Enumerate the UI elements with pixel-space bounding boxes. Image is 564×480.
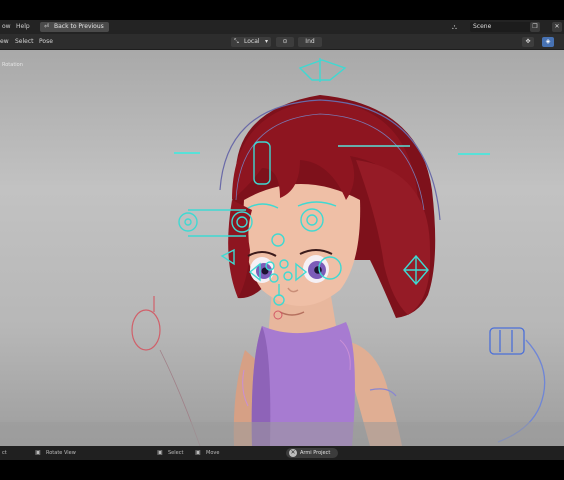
back-arrow-icon: ⏎ bbox=[44, 23, 50, 30]
chevron-down-icon: ▾ bbox=[264, 38, 268, 45]
close-icon[interactable]: ✕ bbox=[289, 449, 297, 457]
menu-select[interactable]: Select bbox=[15, 38, 34, 45]
face bbox=[243, 184, 361, 306]
left-wrist-control bbox=[131, 309, 161, 351]
menu-pose[interactable]: Pose bbox=[39, 38, 53, 45]
overlay-toggle-icon[interactable]: ◈ bbox=[542, 37, 554, 47]
mouse-middle-icon: ▣ bbox=[35, 449, 41, 456]
orientation-label: Local bbox=[244, 38, 260, 45]
menu-view[interactable]: ew bbox=[0, 38, 9, 45]
pivot-individual-button[interactable]: Ind bbox=[298, 37, 322, 47]
copy-scene-icon[interactable]: ❐ bbox=[530, 22, 540, 32]
mouse-left-icon: ▣ bbox=[195, 449, 201, 456]
left-eye-target-outer bbox=[178, 212, 198, 232]
ground-shadow bbox=[0, 422, 564, 446]
pivot-icon: ⊙ bbox=[282, 38, 288, 45]
status-select-partial: ct bbox=[2, 450, 7, 456]
3d-viewport[interactable]: Rotation bbox=[0, 50, 564, 446]
menu-bar: ow Help ⏎ Back to Previous ⛬ Scene ❐ ✕ bbox=[0, 20, 564, 34]
letterbox-top bbox=[0, 0, 564, 20]
head-top-control bbox=[298, 59, 347, 81]
status-move: Move bbox=[206, 450, 220, 456]
back-to-previous-button[interactable]: ⏎ Back to Previous bbox=[40, 22, 109, 32]
active-object-label: Armi Project bbox=[300, 450, 331, 456]
pivot-point-dropdown[interactable]: ⊙ bbox=[276, 37, 294, 47]
transform-orientation-dropdown[interactable]: ⤡ Local ▾ bbox=[231, 37, 271, 47]
status-bar: ct ▣ Rotate View ▣ Select ▣ Move ✕ Armi … bbox=[0, 446, 564, 460]
menu-help[interactable]: Help bbox=[16, 23, 30, 30]
status-select: Select bbox=[168, 450, 184, 456]
menu-window[interactable]: ow bbox=[2, 23, 11, 30]
viewport-scene bbox=[0, 58, 564, 446]
close-scene-icon[interactable]: ✕ bbox=[552, 22, 562, 32]
gizmo-toggle-icon[interactable]: ✥ bbox=[522, 37, 534, 47]
scene-name-field[interactable]: Scene bbox=[470, 22, 538, 32]
pivot-label: Ind bbox=[305, 38, 315, 45]
mouse-right-icon: ▣ bbox=[157, 449, 163, 456]
letterbox-bottom bbox=[0, 460, 564, 480]
left-eye-target-inner bbox=[184, 218, 192, 226]
orientation-icon: ⤡ bbox=[234, 38, 239, 45]
viewport-header: ew Select Pose ⤡ Local ▾ ⊙ Ind ✥ ◈ bbox=[0, 34, 564, 50]
back-to-previous-label: Back to Previous bbox=[54, 23, 104, 30]
active-object-pill[interactable]: ✕ Armi Project bbox=[286, 448, 338, 458]
scene-icon: ⛬ bbox=[452, 23, 457, 31]
right-hand-control bbox=[489, 327, 525, 355]
status-rotate-view: Rotate View bbox=[46, 450, 76, 456]
